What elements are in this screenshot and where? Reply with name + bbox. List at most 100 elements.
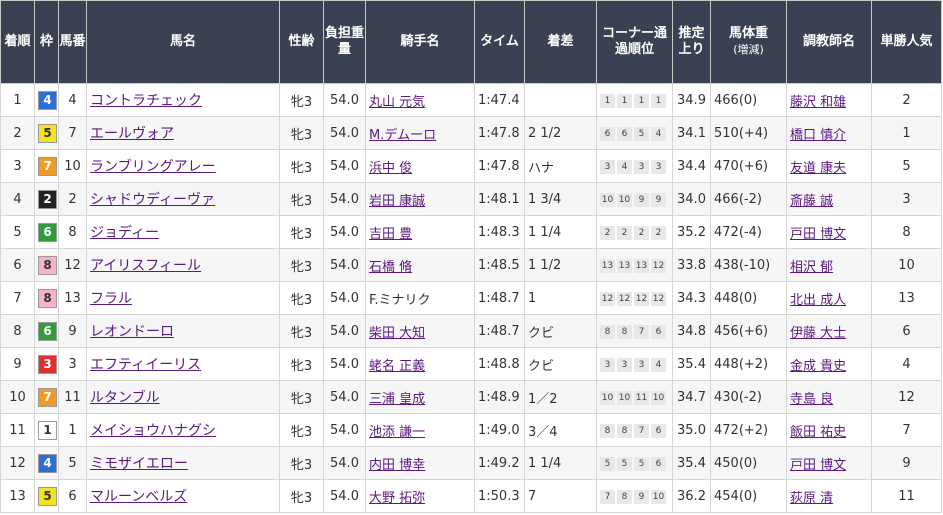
corner-position: 1	[617, 94, 632, 108]
jockey-name-link[interactable]: 蛯名 正義	[369, 359, 425, 374]
jockey-name-link[interactable]: 丸山 元気	[369, 95, 425, 110]
umaban-cell: 2	[58, 182, 87, 216]
jockey-cell: 柴田 大知	[365, 314, 475, 348]
trainer-name-link[interactable]: 戸田 博文	[790, 227, 846, 242]
jockey-name-link: F.ミナリク	[369, 292, 431, 308]
corner-position: 12	[651, 259, 666, 273]
body-weight-cell: 510(+4)	[710, 116, 787, 150]
jockey-name-link[interactable]: 柴田 大知	[369, 326, 425, 341]
horse-name-link[interactable]: ルタンブル	[90, 390, 160, 406]
jockey-cell: 浜中 俊	[365, 149, 475, 183]
waku-badge: 8	[38, 288, 57, 308]
horse-name-link[interactable]: エールヴォア	[90, 126, 174, 142]
corner-position: 6	[651, 457, 666, 471]
umaban-cell: 1	[58, 413, 87, 447]
last3f-cell: 35.2	[672, 215, 711, 249]
last3f-cell: 34.1	[672, 116, 711, 150]
corner-cell: 5556	[596, 446, 673, 480]
corner-cell: 3334	[596, 347, 673, 381]
header-waku: 枠	[34, 0, 59, 84]
table-row: 3 7 10 ランブリングアレー 牝3 54.0 浜中 俊 1:47.8 ハナ 3 4 3 3 34.4 4…	[0, 149, 942, 183]
trainer-name-link[interactable]: 荻原 清	[790, 491, 833, 506]
corner-positions: 6654	[600, 127, 666, 141]
margin-cell: 1 1/2	[524, 248, 597, 282]
header-horse: 馬名	[86, 0, 280, 84]
trainer-name-link[interactable]: 金成 貴史	[790, 359, 846, 374]
horse-name-link[interactable]: ジョディー	[90, 225, 159, 241]
body-weight-cell: 456(+6)	[710, 314, 787, 348]
trainer-name-link[interactable]: 飯田 祐史	[790, 425, 846, 440]
umaban-cell: 8	[58, 215, 87, 249]
horse-name-link[interactable]: ランブリングアレー	[90, 159, 216, 175]
jockey-name-link[interactable]: 三浦 皇成	[369, 392, 425, 407]
corner-position: 12	[617, 292, 632, 306]
table-row: 4 2 2 シャドウディーヴァ 牝3 54.0 岩田 康誠 1:48.1 1 3/4 10 10 9 9…	[0, 182, 942, 216]
jockey-name-link[interactable]: M.デムーロ	[369, 128, 436, 143]
popularity-cell: 4	[871, 347, 942, 381]
corner-position: 5	[634, 457, 649, 471]
corner-position: 1	[634, 94, 649, 108]
horse-cell: フラル	[86, 281, 280, 315]
waku-cell: 5	[34, 116, 59, 150]
jockey-name-link[interactable]: 吉田 豊	[369, 227, 412, 242]
trainer-name-link[interactable]: 相沢 郁	[790, 260, 833, 275]
horse-name-link[interactable]: アイリスフィール	[90, 258, 201, 274]
umaban-cell: 9	[58, 314, 87, 348]
jockey-cell: F.ミナリク	[365, 281, 475, 315]
jockey-cell: 大野 拓弥	[365, 479, 475, 513]
weight-carried-cell: 54.0	[323, 116, 366, 150]
waku-cell: 8	[34, 248, 59, 282]
corner-position: 5	[600, 457, 615, 471]
popularity-cell: 9	[871, 446, 942, 480]
corner-position: 9	[634, 490, 649, 504]
jockey-name-link[interactable]: 大野 拓弥	[369, 491, 425, 506]
popularity-cell: 11	[871, 479, 942, 513]
sexage-cell: 牝3	[279, 149, 324, 183]
trainer-name-link[interactable]: 橋口 慎介	[790, 128, 846, 143]
last3f-cell: 34.9	[672, 83, 711, 117]
corner-position: 8	[617, 325, 632, 339]
corner-position: 3	[634, 358, 649, 372]
corner-position: 6	[600, 127, 615, 141]
trainer-name-link[interactable]: 斎藤 誠	[790, 194, 833, 209]
jockey-name-link[interactable]: 岩田 康誠	[369, 194, 425, 209]
corner-positions: 10 10 11 10	[600, 391, 666, 405]
corner-position: 10	[651, 391, 666, 405]
corner-position: 2	[600, 226, 615, 240]
weight-carried-cell: 54.0	[323, 215, 366, 249]
horse-name-link[interactable]: マルーンベルズ	[90, 489, 187, 505]
umaban-cell: 13	[58, 281, 87, 315]
trainer-name-link[interactable]: 戸田 博文	[790, 458, 846, 473]
popularity-cell: 2	[871, 83, 942, 117]
jockey-name-link[interactable]: 池添 謙一	[369, 425, 425, 440]
horse-name-link[interactable]: ミモザイエロー	[90, 456, 188, 472]
horse-name-link[interactable]: コントラチェック	[90, 93, 202, 109]
horse-name-link[interactable]: エフティイーリス	[90, 357, 201, 373]
horse-name-link[interactable]: シャドウディーヴァ	[90, 192, 215, 208]
horse-name-link[interactable]: メイショウハナグシ	[90, 423, 216, 439]
jockey-name-link[interactable]: 浜中 俊	[369, 161, 412, 176]
margin-cell: クビ	[524, 347, 597, 381]
last3f-cell: 35.0	[672, 413, 711, 447]
waku-cell: 2	[34, 182, 59, 216]
jockey-name-link[interactable]: 石橋 脩	[369, 260, 412, 275]
horse-name-link[interactable]: レオンドーロ	[90, 324, 174, 340]
trainer-name-link[interactable]: 寺島 良	[790, 392, 833, 407]
last3f-cell: 34.7	[672, 380, 711, 414]
horse-name-link[interactable]: フラル	[90, 291, 132, 307]
trainer-name-link[interactable]: 伊藤 大士	[790, 326, 846, 341]
sexage-cell: 牝3	[279, 248, 324, 282]
corner-position: 5	[634, 127, 649, 141]
umaban-cell: 11	[58, 380, 87, 414]
jockey-name-link[interactable]: 内田 博幸	[369, 458, 425, 473]
header-body-weight-sub: (増減)	[733, 43, 764, 56]
trainer-name-link[interactable]: 友道 康夫	[790, 161, 846, 176]
waku-cell: 4	[34, 446, 59, 480]
rank-cell: 12	[0, 446, 35, 480]
popularity-cell: 1	[871, 116, 942, 150]
trainer-name-link[interactable]: 藤沢 和雄	[790, 95, 846, 110]
trainer-name-link[interactable]: 北出 成人	[790, 293, 846, 308]
body-weight-cell: 466(-2)	[710, 182, 787, 216]
body-weight-cell: 466(0)	[710, 83, 787, 117]
sexage-cell: 牝3	[279, 182, 324, 216]
